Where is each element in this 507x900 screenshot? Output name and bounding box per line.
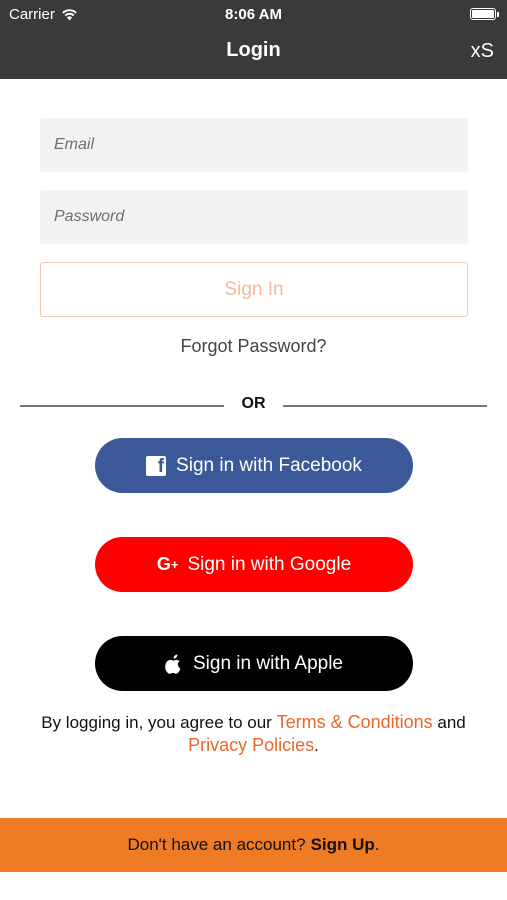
nav-right-button[interactable]: xS	[471, 40, 494, 63]
sign-up-link[interactable]: Sign Up	[311, 835, 375, 854]
divider-line-right	[283, 405, 487, 407]
facebook-button-label: Sign in with Facebook	[176, 454, 362, 476]
apple-button-label: Sign in with Apple	[193, 652, 343, 674]
google-icon-letter: G	[156, 554, 171, 574]
sign-in-button[interactable]: Sign In	[40, 262, 468, 317]
nav-bar: Login xS	[0, 28, 507, 79]
battery-nub	[497, 12, 499, 17]
password-field[interactable]	[40, 190, 468, 244]
or-divider: OR	[20, 394, 487, 416]
sign-up-bar[interactable]: Don't have an account? Sign Up.	[0, 818, 507, 872]
sign-up-suffix: .	[374, 835, 380, 854]
privacy-link[interactable]: Privacy Policies	[188, 735, 314, 755]
facebook-icon-glyph: f	[157, 455, 165, 477]
page-title: Login	[226, 39, 281, 61]
forgot-password-link[interactable]: Forgot Password?	[0, 336, 507, 357]
battery-fill	[472, 10, 494, 18]
email-field[interactable]	[40, 118, 468, 172]
facebook-icon: f	[146, 455, 167, 477]
sign-up-prompt: Don't have an account?	[127, 835, 306, 854]
status-time: 8:06 AM	[225, 6, 282, 23]
legal-middle: and	[432, 713, 466, 732]
google-sign-in-button[interactable]: G + Sign in with Google	[95, 537, 413, 592]
battery-icon	[470, 8, 499, 20]
facebook-sign-in-button[interactable]: f Sign in with Facebook	[95, 438, 413, 493]
legal-suffix: .	[314, 736, 319, 755]
apple-sign-in-button[interactable]: Sign in with Apple	[95, 636, 413, 691]
legal-notice: By logging in, you agree to our Terms & …	[20, 711, 487, 757]
google-button-label: Sign in with Google	[187, 553, 352, 575]
terms-link[interactable]: Terms & Conditions	[277, 712, 433, 732]
or-label: OR	[241, 395, 266, 412]
google-plus-icon: G +	[156, 554, 179, 575]
legal-prefix: By logging in, you agree to our	[41, 713, 277, 732]
google-icon-plus: +	[170, 557, 179, 572]
status-bar: Carrier 8:06 AM	[0, 0, 507, 28]
apple-icon	[165, 653, 181, 674]
